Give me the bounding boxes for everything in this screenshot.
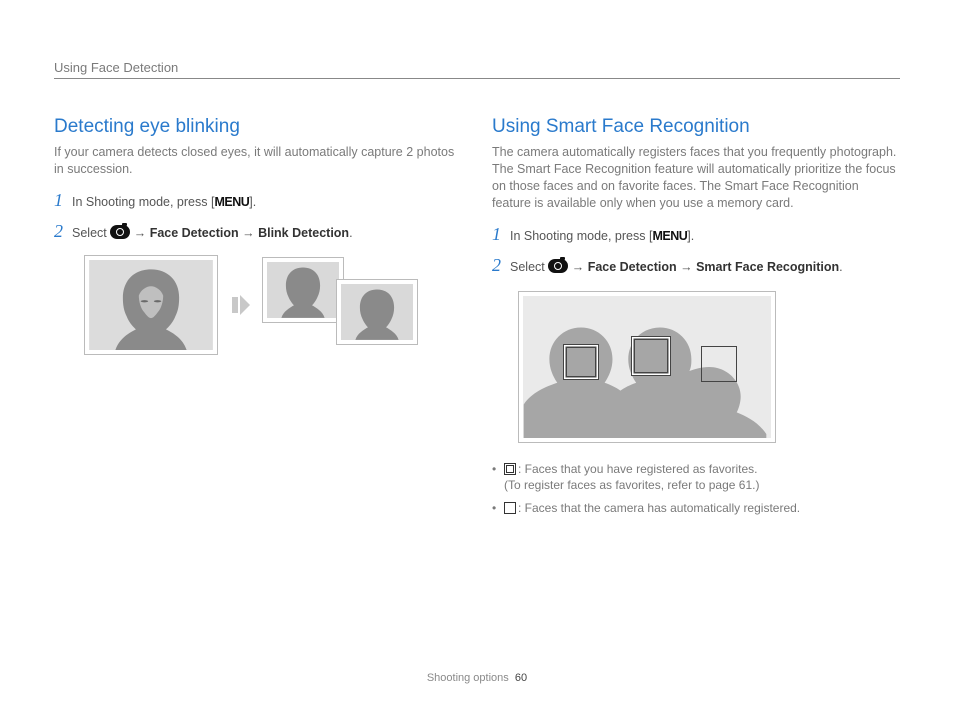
step-text: . — [349, 226, 352, 240]
auto-square-icon — [504, 502, 516, 514]
auto-face-box-icon — [701, 346, 737, 382]
right-intro: The camera automatically registers faces… — [492, 144, 900, 212]
camera-icon — [548, 259, 568, 273]
header-rule — [54, 78, 900, 79]
step-text: ]. — [687, 229, 694, 243]
arrow-icon: → — [242, 226, 255, 240]
arrow-icon: → — [572, 260, 585, 274]
bold-label: Face Detection — [150, 226, 239, 240]
right-step-1: 1 In Shooting mode, press [MENU]. — [492, 224, 900, 246]
left-intro: If your camera detects closed eyes, it w… — [54, 144, 462, 178]
arrow-icon: → — [134, 226, 147, 240]
step-number: 2 — [54, 221, 72, 242]
camera-icon — [110, 225, 130, 239]
left-heading: Detecting eye blinking — [54, 116, 462, 138]
smart-recognition-illustration — [518, 291, 776, 443]
favorite-square-icon — [504, 463, 516, 475]
bold-label: Smart Face Recognition — [696, 260, 839, 274]
photo-frame-small — [336, 279, 418, 345]
arrow-right-icon — [230, 293, 250, 317]
step-text: In Shooting mode, press [ — [72, 195, 214, 209]
right-column: Using Smart Face Recognition The camera … — [492, 58, 900, 523]
step-text: ]. — [249, 195, 256, 209]
bold-label: Blink Detection — [258, 226, 349, 240]
page-number: 60 — [515, 672, 527, 684]
blink-illustration — [84, 255, 462, 355]
step-text: In Shooting mode, press [ — [510, 229, 652, 243]
legend-list: • : Faces that you have registered as fa… — [492, 461, 900, 517]
footer-section: Shooting options — [427, 672, 509, 684]
page-footer: Shooting options 60 — [0, 672, 954, 684]
bold-label: Face Detection — [588, 260, 677, 274]
legend-text: : Faces that the camera has automaticall… — [518, 501, 800, 515]
photo-frame-small — [262, 257, 344, 323]
legend-text: (To register faces as favorites, refer t… — [504, 478, 759, 492]
face-silhouette-icon — [267, 262, 339, 318]
step-text: Select — [510, 260, 548, 274]
favorite-face-box-icon — [631, 336, 671, 376]
arrow-icon: → — [680, 260, 693, 274]
photo-frame-large — [84, 255, 218, 355]
step-number: 2 — [492, 255, 510, 276]
left-step-1: 1 In Shooting mode, press [MENU]. — [54, 190, 462, 212]
page-header: Using Face Detection — [54, 60, 178, 75]
menu-label: MENU — [214, 195, 249, 209]
step-number: 1 — [54, 190, 72, 211]
favorite-face-box-icon — [563, 344, 599, 380]
step-number: 1 — [492, 224, 510, 245]
left-column: Detecting eye blinking If your camera de… — [54, 58, 462, 523]
face-silhouette-icon — [89, 260, 213, 350]
face-silhouette-icon — [341, 284, 413, 340]
right-heading: Using Smart Face Recognition — [492, 116, 900, 138]
step-text: . — [839, 260, 842, 274]
left-step-2: 2 Select → Face Detection → Blink Detect… — [54, 221, 462, 243]
legend-text: : Faces that you have registered as favo… — [518, 462, 757, 476]
right-step-2: 2 Select → Face Detection → Smart Face R… — [492, 255, 900, 277]
menu-label: MENU — [652, 229, 687, 243]
step-text: Select — [72, 226, 110, 240]
